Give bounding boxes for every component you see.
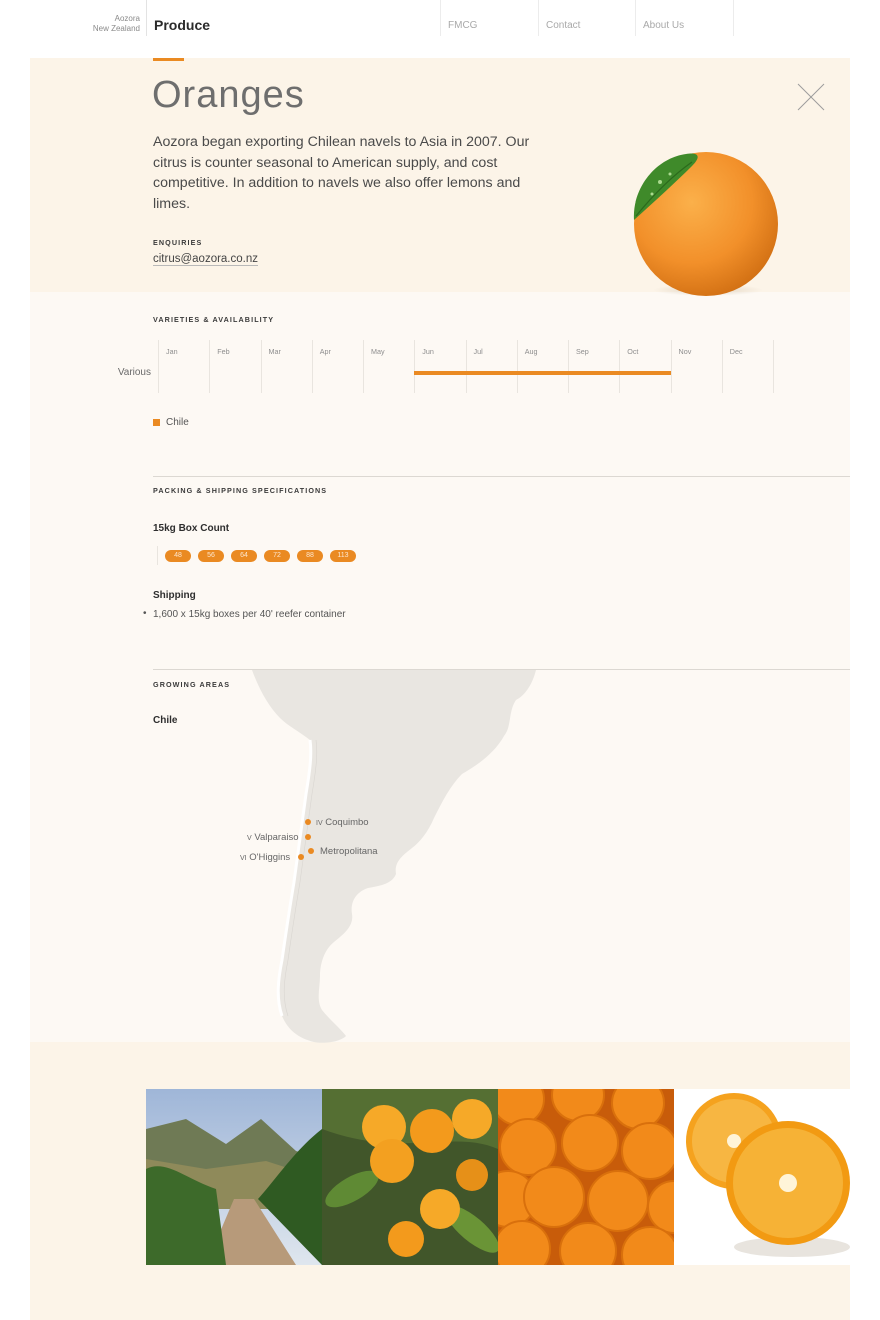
enquiries-label: ENQUIRIES xyxy=(153,238,203,247)
section-divider xyxy=(153,476,850,477)
month-grid-end xyxy=(773,340,774,393)
header-divider xyxy=(146,0,147,36)
box-count-pill: 56 xyxy=(198,550,224,562)
availability-label: VARIETIES & AVAILABILITY xyxy=(153,315,275,324)
growing-areas-label: GROWING AREAS xyxy=(153,680,231,689)
site-header: Aozora New Zealand Produce FMCG Contact … xyxy=(0,0,880,58)
region-marker-metropolitana[interactable] xyxy=(308,848,314,854)
region-numeral: VI xyxy=(240,855,247,862)
month-label: Sep xyxy=(576,347,589,356)
box-count-pill: 48 xyxy=(165,550,191,562)
nav-produce[interactable]: Produce xyxy=(154,17,210,33)
month-column-apr: Apr xyxy=(311,340,363,393)
shipping-item: 1,600 x 15kg boxes per 40' reefer contai… xyxy=(153,609,346,620)
oranges-pile-photo[interactable] xyxy=(498,1089,674,1265)
region-marker-valparaiso[interactable] xyxy=(305,834,311,840)
region-marker-ohiggins[interactable] xyxy=(298,854,304,860)
month-column-sep: Sep xyxy=(568,340,619,393)
region-name: Metropolitana xyxy=(320,846,378,857)
page-title: Oranges xyxy=(152,74,305,116)
month-column-dec: Dec xyxy=(721,340,773,393)
month-column-oct: Oct xyxy=(619,340,670,393)
brand-logo[interactable]: Aozora New Zealand xyxy=(93,14,140,34)
availability-bar xyxy=(414,371,671,375)
variety-label: Various xyxy=(117,367,151,378)
month-column-mar: Mar xyxy=(260,340,312,393)
month-column-aug: Aug xyxy=(516,340,568,393)
region-marker-coquimbo[interactable] xyxy=(305,819,311,825)
orchard-photo[interactable] xyxy=(146,1089,322,1265)
month-label: Jan xyxy=(166,347,178,356)
box-count-pill: 64 xyxy=(231,550,257,562)
month-label: Mar xyxy=(268,347,281,356)
close-button[interactable] xyxy=(796,82,826,112)
nav-item-about-us[interactable]: About Us xyxy=(635,0,731,36)
month-label: Nov xyxy=(678,347,692,356)
box-count-heading: 15kg Box Count xyxy=(153,523,230,534)
nav-item-contact[interactable]: Contact xyxy=(538,0,634,36)
growing-country: Chile xyxy=(153,715,178,726)
intro-text: Aozora began exporting Chilean navels to… xyxy=(153,134,530,212)
nav-item-fmcg[interactable]: FMCG xyxy=(440,0,536,36)
region-name: Coquimbo xyxy=(325,817,369,828)
region-label-coquimbo: IV Coquimbo xyxy=(316,817,369,828)
month-label: Jul xyxy=(473,347,483,356)
month-label: Oct xyxy=(627,347,639,356)
shipping-heading: Shipping xyxy=(153,590,196,601)
box-count-pill: 113 xyxy=(330,550,356,562)
packing-label: PACKING & SHIPPING SPECIFICATIONS xyxy=(153,486,328,495)
month-column-may: May xyxy=(363,340,414,393)
orange-halves-photo[interactable] xyxy=(674,1089,850,1265)
month-label: Apr xyxy=(319,347,331,356)
photo-gallery xyxy=(146,1089,850,1265)
list-bullet: • xyxy=(143,608,147,619)
region-name: Valparaiso xyxy=(254,832,299,843)
month-column-jul: Jul xyxy=(465,340,517,393)
nav-divider xyxy=(733,0,734,36)
month-label: Dec xyxy=(729,347,743,356)
count-rail xyxy=(157,546,158,565)
close-icon xyxy=(797,83,825,111)
brand-name: Aozora xyxy=(114,14,140,23)
region-numeral: V xyxy=(247,835,252,842)
month-column-nov: Nov xyxy=(670,340,722,393)
enquiries-email-link[interactable]: citrus@aozora.co.nz xyxy=(153,253,258,266)
box-count-pill: 72 xyxy=(264,550,290,562)
legend-swatch xyxy=(153,419,160,426)
month-column-jun: Jun xyxy=(414,340,465,393)
oranges-on-tree-photo[interactable] xyxy=(322,1089,498,1265)
month-column-jan: Jan xyxy=(158,340,209,393)
month-label: Feb xyxy=(217,347,230,356)
month-label: Jun xyxy=(422,347,434,356)
region-name: O'Higgins xyxy=(249,852,291,863)
month-label: Aug xyxy=(524,347,538,356)
orange-photo xyxy=(633,152,778,296)
brand-region: New Zealand xyxy=(92,24,140,33)
title-accent xyxy=(153,58,184,61)
legend-label: Chile xyxy=(166,417,189,428)
region-label-metropolitana: Metropolitana xyxy=(320,846,378,857)
month-label: May xyxy=(371,347,385,356)
region-label-valparaiso: V Valparaiso xyxy=(247,832,299,843)
region-label-ohiggins: VI O'Higgins xyxy=(240,852,290,863)
region-numeral: IV xyxy=(316,820,323,827)
box-count-pill: 88 xyxy=(297,550,323,562)
month-column-feb: Feb xyxy=(209,340,260,393)
